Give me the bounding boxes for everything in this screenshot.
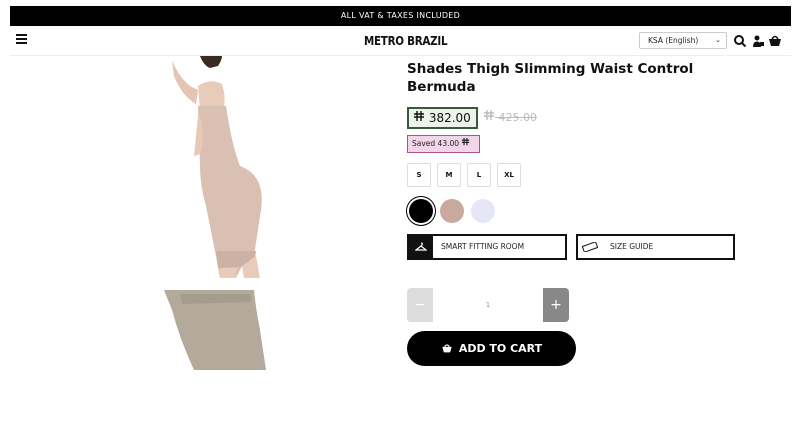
smart-fitting-room-button[interactable]: SMART FITTING ROOM bbox=[407, 234, 567, 260]
search-icon[interactable] bbox=[733, 34, 747, 48]
old-price-value: 425.00 bbox=[498, 111, 538, 124]
riyal-icon bbox=[462, 138, 470, 146]
old-price: 425.00 bbox=[483, 110, 537, 124]
fitting-room-label: SMART FITTING ROOM bbox=[441, 242, 525, 251]
cart-icon[interactable] bbox=[768, 34, 782, 48]
size-option-l[interactable]: L bbox=[467, 163, 491, 187]
size-option-xl[interactable]: XL bbox=[497, 163, 521, 187]
size-guide-button[interactable]: SIZE GUIDE bbox=[576, 234, 735, 260]
size-option-m[interactable]: M bbox=[437, 163, 461, 187]
price-value: 382.00 bbox=[428, 111, 471, 125]
size-guide-label: SIZE GUIDE bbox=[610, 242, 654, 251]
announcement-bar: ALL VAT & TAXES INCLUDED bbox=[10, 6, 791, 26]
riyal-icon bbox=[414, 111, 424, 121]
language-select[interactable]: KSA (English) ⌄ bbox=[639, 32, 727, 49]
cart-icon bbox=[442, 344, 452, 353]
color-swatch-lavender[interactable] bbox=[471, 199, 495, 223]
current-price: 382.00 bbox=[407, 107, 478, 129]
site-logo[interactable]: METRO BRAZIL bbox=[364, 34, 448, 48]
riyal-icon bbox=[484, 110, 494, 120]
color-swatch-black[interactable] bbox=[409, 199, 433, 223]
chevron-down-icon: ⌄ bbox=[715, 36, 721, 44]
size-option-s[interactable]: S bbox=[407, 163, 431, 187]
hanger-icon bbox=[409, 236, 433, 258]
saved-text: Saved 43.00 bbox=[412, 139, 460, 148]
color-swatch-nude[interactable] bbox=[440, 199, 464, 223]
product-image-main[interactable] bbox=[160, 56, 270, 278]
saved-badge: Saved 43.00 bbox=[407, 135, 480, 153]
product-title: Shades Thigh Slimming Waist Control Berm… bbox=[407, 61, 694, 95]
site-header: METRO BRAZIL KSA (English) ⌄ bbox=[10, 26, 791, 56]
quantity-input[interactable] bbox=[433, 288, 543, 322]
add-to-cart-label: ADD TO CART bbox=[458, 342, 543, 355]
language-label: KSA (English) bbox=[648, 36, 699, 45]
menu-icon[interactable] bbox=[16, 34, 27, 46]
product-image-secondary[interactable] bbox=[160, 290, 270, 370]
quantity-increase-button[interactable]: + bbox=[543, 288, 569, 322]
account-icon[interactable] bbox=[751, 34, 765, 48]
ruler-icon bbox=[578, 236, 602, 258]
add-to-cart-button[interactable]: ADD TO CART bbox=[407, 331, 576, 366]
quantity-decrease-button[interactable]: − bbox=[407, 288, 433, 322]
